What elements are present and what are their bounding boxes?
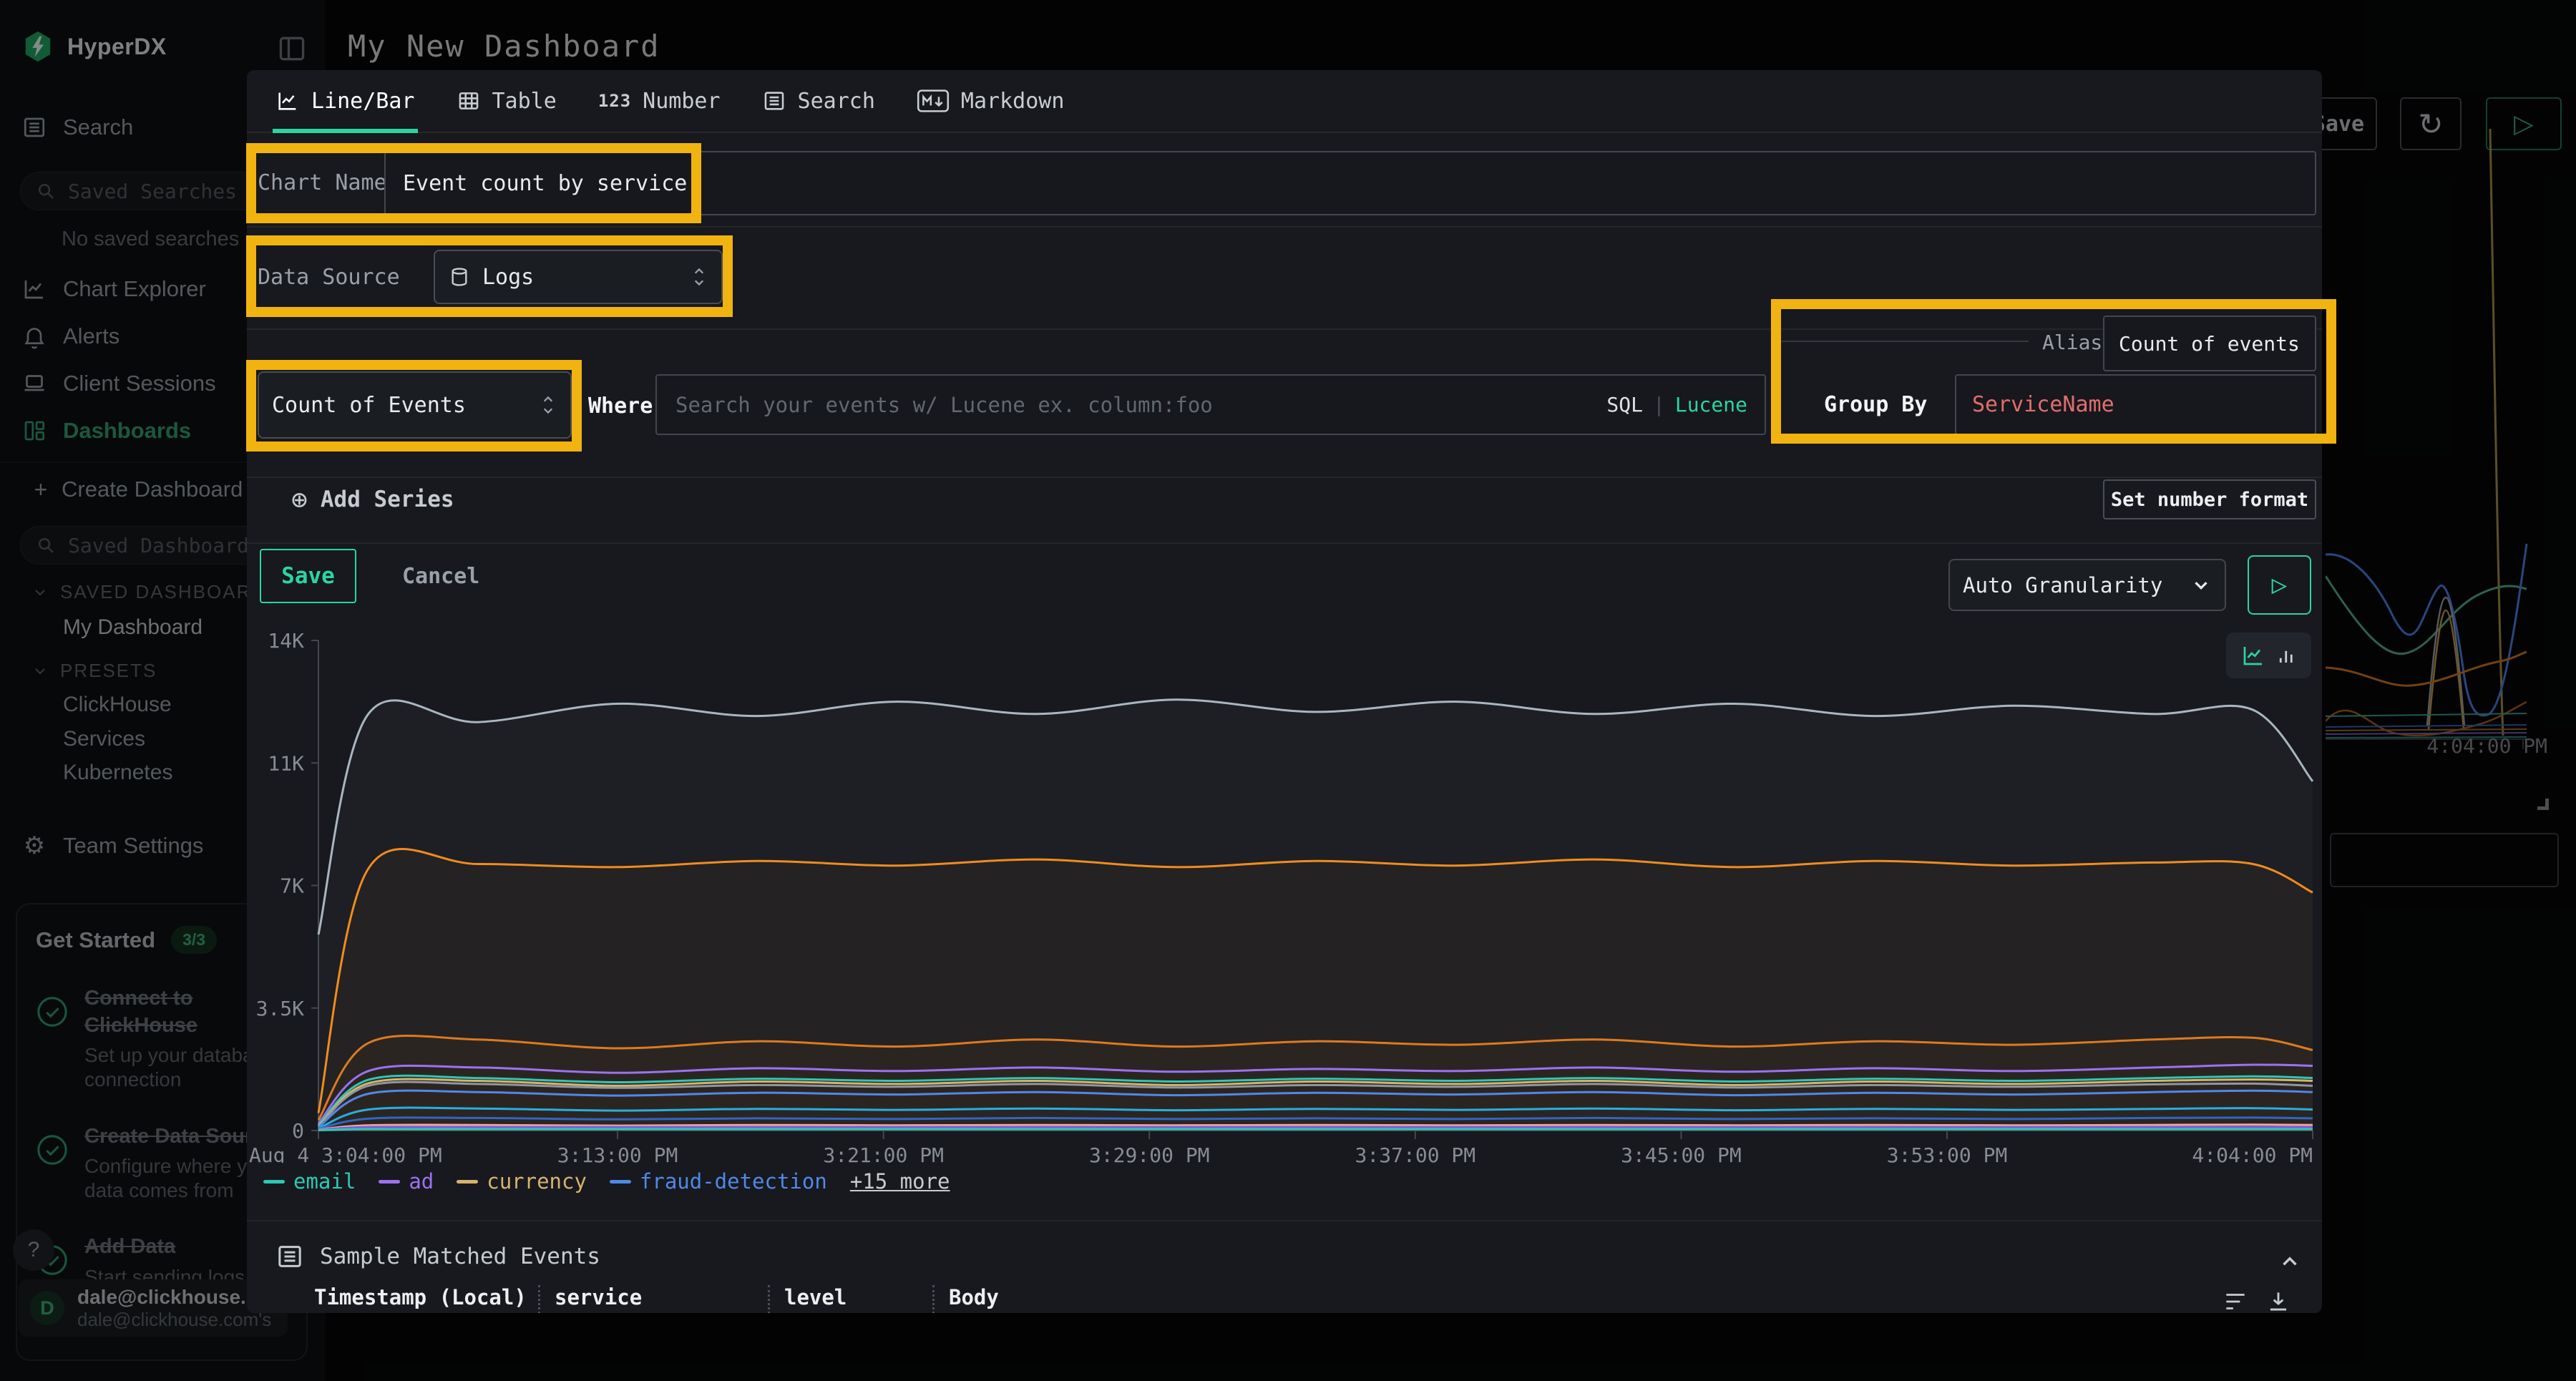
download-icon[interactable] bbox=[2265, 1288, 2292, 1313]
select-chevrons-icon bbox=[539, 392, 557, 418]
save-button[interactable]: Save bbox=[260, 549, 356, 603]
where-field: SQL | Lucene bbox=[655, 374, 1766, 435]
alias-label: Alias bbox=[2042, 331, 2102, 354]
column-header[interactable]: level bbox=[784, 1285, 847, 1309]
column-separator bbox=[932, 1285, 935, 1313]
aggregation-value: Count of Events bbox=[272, 393, 466, 418]
lucene-toggle[interactable]: Lucene bbox=[1675, 393, 1747, 416]
chevron-up-icon[interactable] bbox=[2278, 1249, 2302, 1274]
chart-legend: email ad currency fraud-detection +15 mo… bbox=[263, 1169, 950, 1194]
legend-swatch bbox=[457, 1180, 478, 1184]
tab-line-bar[interactable]: Line/Bar bbox=[275, 70, 415, 132]
chart-editor-modal: Line/Bar Table 123 Number Search bbox=[247, 70, 2322, 1313]
column-header[interactable]: Timestamp (Local) bbox=[314, 1285, 527, 1309]
column-header[interactable]: service bbox=[555, 1285, 642, 1309]
sample-events-title: Sample Matched Events bbox=[320, 1244, 600, 1269]
legend-item[interactable]: email bbox=[263, 1169, 356, 1194]
svg-text:7K: 7K bbox=[280, 874, 304, 898]
run-chart-button[interactable]: ▷ bbox=[2248, 555, 2311, 615]
divider bbox=[247, 328, 2322, 330]
legend-label: currency bbox=[487, 1169, 587, 1194]
tab-label: Markdown bbox=[961, 89, 1065, 114]
tab-search[interactable]: Search bbox=[762, 70, 875, 132]
svg-text:3:13:00 PM: 3:13:00 PM bbox=[557, 1143, 678, 1163]
play-icon: ▷ bbox=[2272, 570, 2288, 600]
divider bbox=[247, 226, 2322, 228]
column-separator bbox=[768, 1285, 770, 1313]
alias-connector-line bbox=[1782, 341, 2029, 342]
legend-swatch bbox=[263, 1180, 285, 1184]
select-chevrons-icon bbox=[690, 264, 708, 290]
wrap-text-icon[interactable] bbox=[2222, 1288, 2249, 1313]
tab-label: Number bbox=[643, 89, 720, 114]
divider bbox=[247, 542, 2322, 544]
legend-item[interactable]: currency bbox=[457, 1169, 587, 1194]
legend-item[interactable]: ad bbox=[379, 1169, 434, 1194]
cancel-button[interactable]: Cancel bbox=[402, 564, 479, 589]
table-toolbar bbox=[2222, 1288, 2292, 1313]
chevron-down-icon bbox=[2190, 575, 2212, 596]
toggle-separator: | bbox=[1653, 393, 1665, 416]
database-icon bbox=[448, 265, 471, 288]
svg-text:3:53:00 PM: 3:53:00 PM bbox=[1887, 1143, 2008, 1163]
group-by-label: Group By bbox=[1824, 392, 1928, 417]
plus-circle-icon: ⊕ bbox=[291, 484, 308, 515]
svg-text:11K: 11K bbox=[268, 751, 304, 775]
svg-text:3:29:00 PM: 3:29:00 PM bbox=[1089, 1143, 1210, 1163]
column-header[interactable]: Body bbox=[949, 1285, 999, 1309]
granularity-value: Auto Granularity bbox=[1963, 573, 2162, 597]
tab-table[interactable]: Table bbox=[457, 70, 557, 132]
timeseries-chart: 0 3.5K 7K 11K 14K Aug 4 3:04:00 PM 3:13:00 PM 3… bbox=[247, 630, 2315, 1163]
alias-input[interactable] bbox=[2103, 316, 2316, 371]
column-separator bbox=[538, 1285, 540, 1313]
svg-text:3:21:00 PM: 3:21:00 PM bbox=[823, 1143, 944, 1163]
svg-text:4:04:00 PM: 4:04:00 PM bbox=[2192, 1143, 2313, 1163]
where-input[interactable] bbox=[674, 392, 1596, 418]
tab-label: Search bbox=[798, 89, 875, 114]
svg-text:3:45:00 PM: 3:45:00 PM bbox=[1621, 1143, 1742, 1163]
editor-tabs: Line/Bar Table 123 Number Search bbox=[247, 70, 2322, 133]
svg-text:3.5K: 3.5K bbox=[256, 997, 305, 1020]
app-root: HyperDX Search No saved searches Chart E… bbox=[0, 0, 2576, 1381]
add-series-button[interactable]: ⊕ Add Series bbox=[291, 484, 454, 515]
tab-markdown[interactable]: Markdown bbox=[917, 70, 1065, 132]
list-icon bbox=[275, 1242, 304, 1271]
divider bbox=[247, 1220, 2322, 1221]
legend-more-link[interactable]: +15 more bbox=[850, 1169, 950, 1194]
svg-text:3:37:00 PM: 3:37:00 PM bbox=[1355, 1143, 1476, 1163]
sql-toggle[interactable]: SQL bbox=[1606, 393, 1643, 416]
svg-text:0: 0 bbox=[292, 1119, 304, 1143]
where-label: Where bbox=[588, 394, 653, 419]
data-source-select[interactable]: Logs bbox=[434, 250, 723, 304]
chart-name-label: Chart Name bbox=[258, 170, 387, 195]
markdown-icon bbox=[917, 89, 950, 112]
tab-number[interactable]: 123 Number bbox=[598, 70, 721, 132]
search-list-icon bbox=[762, 89, 786, 113]
legend-swatch bbox=[379, 1180, 400, 1184]
aggregation-select[interactable]: Count of Events bbox=[258, 371, 572, 439]
legend-label: email bbox=[293, 1169, 356, 1194]
group-by-input[interactable] bbox=[1955, 374, 2316, 435]
granularity-select[interactable]: Auto Granularity bbox=[1948, 559, 2226, 611]
svg-text:14K: 14K bbox=[268, 630, 304, 653]
line-chart-icon bbox=[275, 89, 300, 113]
svg-text:Aug 4 3:04:00 PM: Aug 4 3:04:00 PM bbox=[249, 1143, 442, 1163]
tab-label: Table bbox=[492, 89, 557, 114]
chart-name-input[interactable] bbox=[384, 151, 2316, 215]
sample-matched-events-header[interactable]: Sample Matched Events bbox=[275, 1242, 600, 1271]
legend-label: ad bbox=[409, 1169, 434, 1194]
table-icon bbox=[457, 89, 481, 113]
data-source-label: Data Source bbox=[258, 265, 400, 290]
legend-swatch bbox=[610, 1180, 631, 1184]
set-number-format-button[interactable]: Set number format bbox=[2103, 479, 2316, 519]
number-123-icon: 123 bbox=[598, 91, 631, 111]
data-source-value: Logs bbox=[482, 265, 534, 290]
add-series-label: Add Series bbox=[321, 487, 454, 512]
tab-label: Line/Bar bbox=[311, 89, 415, 114]
legend-label: fraud-detection bbox=[640, 1169, 827, 1194]
divider bbox=[247, 477, 2322, 478]
legend-item[interactable]: fraud-detection bbox=[610, 1169, 827, 1194]
